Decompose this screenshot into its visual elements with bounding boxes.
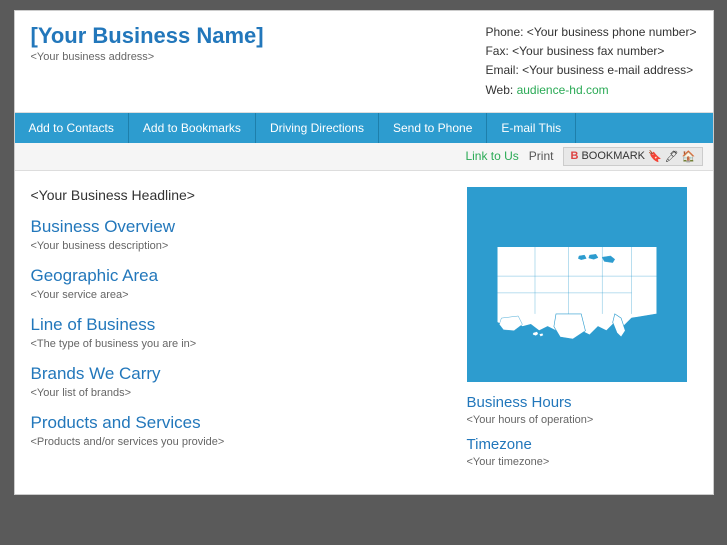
- left-column: <Your Business Headline> Business Overvi…: [31, 187, 467, 478]
- header-right: Phone: <Your business phone number> Fax:…: [485, 23, 696, 100]
- products-services-title: Products and Services: [31, 413, 447, 433]
- section-brands: Brands We Carry <Your list of brands>: [31, 364, 447, 399]
- products-services-desc: <Products and/or services you provide>: [31, 436, 447, 448]
- main-content: <Your Business Headline> Business Overvi…: [15, 171, 713, 494]
- driving-directions-button[interactable]: Driving Directions: [256, 113, 379, 143]
- business-address: <Your business address>: [31, 51, 264, 63]
- line-of-business-title: Line of Business: [31, 315, 447, 335]
- brands-title: Brands We Carry: [31, 364, 447, 384]
- page-wrapper: [Your Business Name] <Your business addr…: [14, 10, 714, 495]
- link-to-us-link[interactable]: Link to Us: [465, 149, 518, 163]
- line-of-business-desc: <The type of business you are in>: [31, 338, 447, 350]
- right-column: Business Hours <Your hours of operation>…: [467, 187, 697, 478]
- web-info: Web: audience-hd.com: [485, 81, 696, 100]
- email-info: Email: <Your business e-mail address>: [485, 61, 696, 80]
- add-to-bookmarks-button[interactable]: Add to Bookmarks: [129, 113, 256, 143]
- toolbar: Add to Contacts Add to Bookmarks Driving…: [15, 113, 713, 143]
- us-map-svg: [472, 192, 682, 377]
- map-container: [467, 187, 687, 382]
- timezone-title: Timezone: [467, 436, 697, 453]
- send-to-phone-button[interactable]: Send to Phone: [379, 113, 487, 143]
- add-to-contacts-button[interactable]: Add to Contacts: [15, 113, 129, 143]
- business-headline: <Your Business Headline>: [31, 187, 447, 203]
- timezone-desc: <Your timezone>: [467, 456, 697, 468]
- utility-bar: Link to Us Print B BOOKMARK 🔖 🖊 🏠: [15, 143, 713, 171]
- section-line-of-business: Line of Business <The type of business y…: [31, 315, 447, 350]
- bookmark-button[interactable]: B BOOKMARK 🔖 🖊 🏠: [563, 147, 702, 166]
- web-link[interactable]: audience-hd.com: [517, 83, 609, 97]
- section-products-services: Products and Services <Products and/or s…: [31, 413, 447, 448]
- header: [Your Business Name] <Your business addr…: [15, 11, 713, 113]
- business-name: [Your Business Name]: [31, 23, 264, 49]
- phone-info: Phone: <Your business phone number>: [485, 23, 696, 42]
- sidebar-timezone: Timezone <Your timezone>: [467, 436, 697, 468]
- header-left: [Your Business Name] <Your business addr…: [31, 23, 264, 63]
- web-label: Web:: [485, 83, 516, 97]
- geographic-area-desc: <Your service area>: [31, 289, 447, 301]
- section-business-overview: Business Overview <Your business descrip…: [31, 217, 447, 252]
- bookmark-label: BOOKMARK: [581, 150, 645, 162]
- business-hours-desc: <Your hours of operation>: [467, 414, 697, 426]
- brands-desc: <Your list of brands>: [31, 387, 447, 399]
- business-hours-title: Business Hours: [467, 394, 697, 411]
- bookmark-icons: 🔖 🖊 🏠: [648, 150, 695, 163]
- sidebar-business-hours: Business Hours <Your hours of operation>: [467, 394, 697, 426]
- section-geographic-area: Geographic Area <Your service area>: [31, 266, 447, 301]
- fax-info: Fax: <Your business fax number>: [485, 42, 696, 61]
- email-this-button[interactable]: E-mail This: [487, 113, 576, 143]
- business-overview-desc: <Your business description>: [31, 240, 447, 252]
- bookmark-b-icon: B: [570, 150, 578, 162]
- business-overview-title: Business Overview: [31, 217, 447, 237]
- print-link[interactable]: Print: [529, 149, 554, 163]
- geographic-area-title: Geographic Area: [31, 266, 447, 286]
